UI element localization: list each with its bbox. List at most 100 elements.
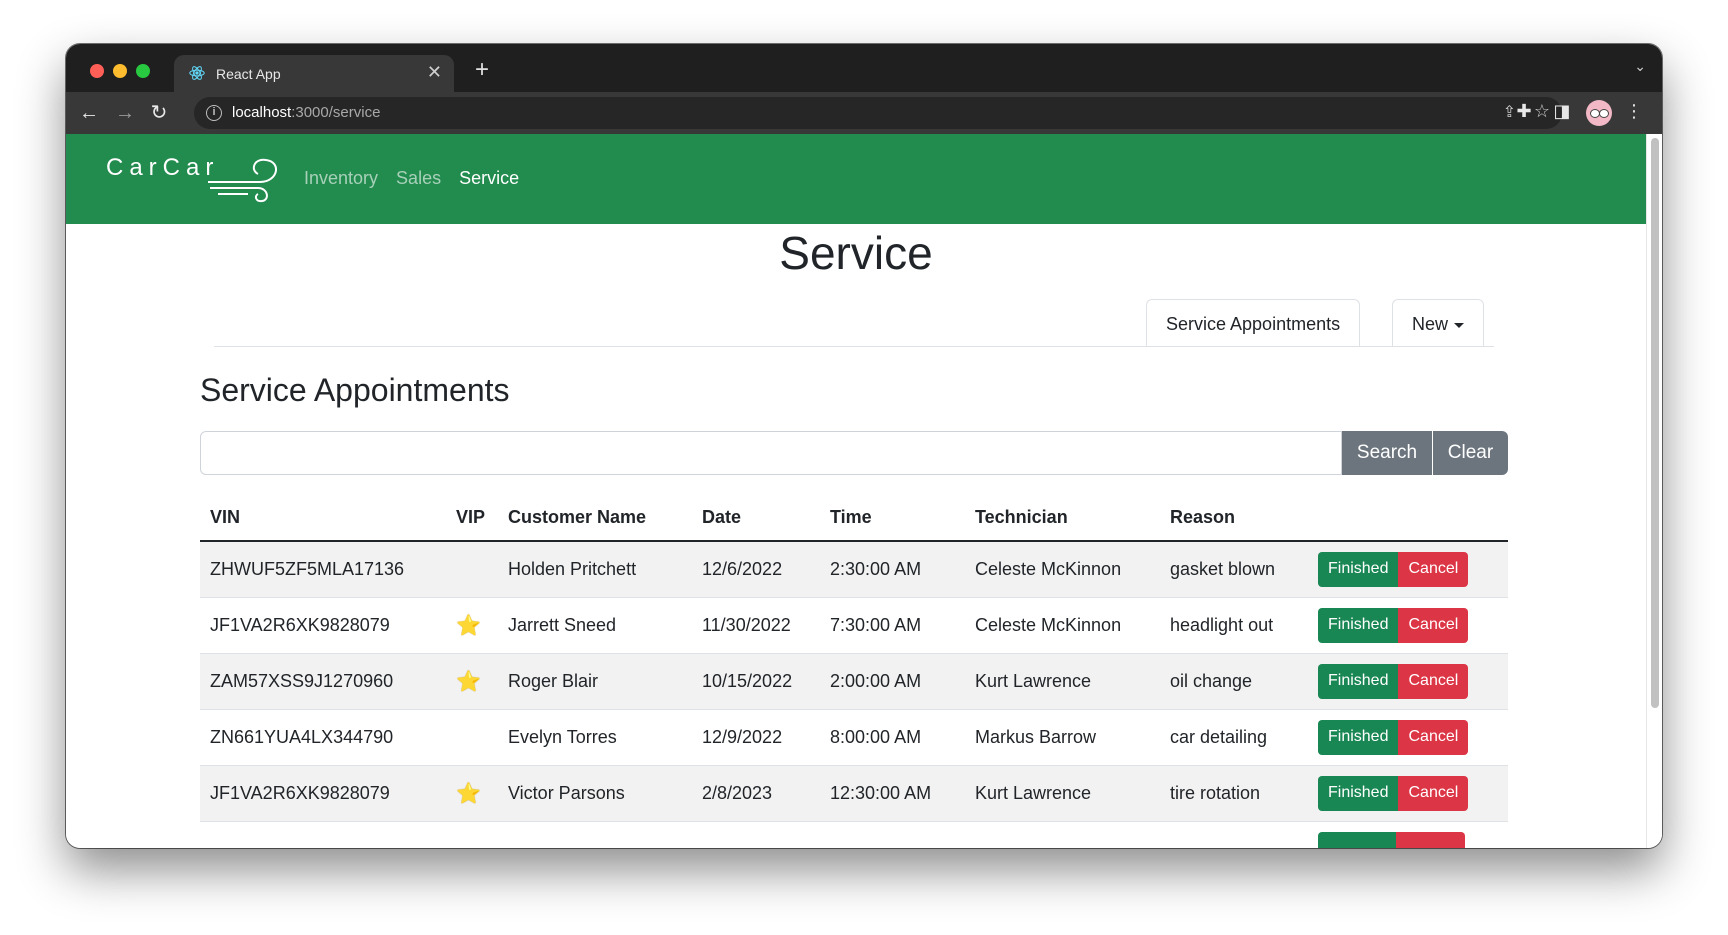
cell-date: 10/15/2022 — [692, 653, 820, 710]
row-action-group: Finished Cancel — [1318, 663, 1469, 699]
address-bar[interactable]: i localhost:3000/service ⇪ ☆ — [194, 97, 1562, 129]
finished-button[interactable]: Finished — [1318, 719, 1399, 755]
finished-button[interactable]: Finished — [1318, 775, 1399, 811]
new-tab-button[interactable]: + — [468, 56, 496, 84]
header-technician: Technician — [965, 494, 1160, 542]
new-dropdown-label: New — [1412, 314, 1449, 334]
vip-star-icon: ⭐ — [456, 614, 481, 637]
cell-time: 12:30:00 AM — [820, 765, 965, 822]
maximize-window-icon[interactable] — [136, 64, 150, 78]
finished-button[interactable] — [1318, 831, 1396, 848]
page-title: Service — [779, 227, 933, 279]
cancel-button[interactable]: Cancel — [1398, 775, 1469, 811]
table-row: JF1VA2R6XK9828079 ⭐ Jarrett Sneed 11/30/… — [200, 597, 1508, 654]
header-reason: Reason — [1160, 494, 1308, 542]
tab-close-icon[interactable]: ✕ — [427, 62, 442, 83]
nav-service[interactable]: Service — [459, 168, 519, 189]
cell-reason: tire rotation — [1160, 765, 1308, 822]
cell-actions: Finished Cancel — [1308, 765, 1508, 822]
wind-swirl-icon — [208, 158, 277, 203]
close-window-icon[interactable] — [90, 64, 104, 78]
table-row-partial — [200, 821, 1508, 848]
site-info-icon[interactable]: i — [206, 105, 222, 121]
clear-button[interactable]: Clear — [1433, 431, 1508, 475]
cancel-button[interactable]: Cancel — [1398, 719, 1469, 755]
cancel-button[interactable]: Cancel — [1398, 551, 1469, 587]
cell-technician: Celeste McKinnon — [965, 597, 1160, 654]
header-date: Date — [692, 494, 820, 542]
cell-date: 12/9/2022 — [692, 709, 820, 766]
browser-tab[interactable]: React App ✕ — [174, 55, 454, 92]
brand-logo[interactable]: CarCar — [106, 154, 277, 206]
cell-vin: ZAM57XSS9J1270960 — [200, 653, 446, 710]
cell-vip: ⭐ — [446, 653, 498, 710]
page-scrollbar[interactable] — [1646, 134, 1662, 848]
cell-date: 2/8/2023 — [692, 765, 820, 822]
cell-actions: Finished Cancel — [1308, 597, 1508, 654]
profile-avatar[interactable] — [1586, 100, 1612, 126]
finished-button[interactable]: Finished — [1318, 663, 1399, 699]
cell-vin: ZN661YUA4LX344790 — [200, 709, 446, 766]
cancel-button[interactable] — [1395, 831, 1465, 848]
new-dropdown-button[interactable]: New — [1392, 299, 1485, 347]
cell-reason: headlight out — [1160, 597, 1308, 654]
back-arrow-icon[interactable]: ← — [76, 100, 102, 126]
forward-arrow-icon[interactable]: → — [112, 100, 138, 126]
cell-customer: Evelyn Torres — [498, 709, 692, 766]
table-header-row: VIN VIP Customer Name Date Time Technici… — [200, 494, 1508, 542]
caret-down-icon — [1454, 322, 1465, 328]
search-input[interactable] — [200, 431, 1342, 475]
cell-technician: Markus Barrow — [965, 709, 1160, 766]
cell-vin: JF1VA2R6XK9828079 — [200, 597, 446, 654]
cell-customer: Jarrett Sneed — [498, 597, 692, 654]
cancel-button[interactable]: Cancel — [1398, 607, 1469, 643]
tabs-divider — [214, 346, 1494, 347]
table-row: ZHWUF5ZF5MLA17136 Holden Pritchett 12/6/… — [200, 541, 1508, 598]
bookmark-star-icon[interactable]: ☆ — [1534, 101, 1550, 122]
cell-customer: Victor Parsons — [498, 765, 692, 822]
table-row: ZAM57XSS9J1270960 ⭐ Roger Blair 10/15/20… — [200, 653, 1508, 710]
cell-actions: Finished Cancel — [1308, 709, 1508, 766]
cell-reason: gasket blown — [1160, 541, 1308, 598]
table-row: JF1VA2R6XK9828079 ⭐ Victor Parsons 2/8/2… — [200, 765, 1508, 822]
scrollbar-thumb[interactable] — [1651, 138, 1659, 708]
address-path: :3000/service — [291, 104, 381, 121]
tab-service-appointments[interactable]: Service Appointments — [1146, 299, 1361, 347]
reload-icon[interactable]: ↻ — [146, 100, 172, 126]
tab-search-chevron-icon[interactable]: ⌄ — [1634, 58, 1646, 75]
finished-button[interactable]: Finished — [1318, 607, 1399, 643]
cell-vin: JF1VA2R6XK9828079 — [200, 765, 446, 822]
tab-title: React App — [216, 66, 281, 82]
browser-window: React App ✕ + ⌄ ← → ↻ i localhost:3000/s… — [66, 44, 1662, 848]
nav-sales[interactable]: Sales — [396, 168, 441, 189]
cell-vip — [446, 541, 498, 598]
page-viewport: CarCar Inventory Sales Service Service S… — [66, 134, 1662, 848]
nav-inventory[interactable]: Inventory — [304, 168, 378, 189]
app-navbar: CarCar Inventory Sales Service — [66, 134, 1646, 224]
react-logo-icon — [189, 66, 205, 80]
cell-time: 2:30:00 AM — [820, 541, 965, 598]
cell-technician: Kurt Lawrence — [965, 765, 1160, 822]
cancel-button[interactable]: Cancel — [1398, 663, 1469, 699]
cell-reason: car detailing — [1160, 709, 1308, 766]
address-host: localhost — [232, 104, 292, 121]
appointments-table: VIN VIP Customer Name Date Time Technici… — [200, 494, 1508, 848]
section-title: Service Appointments — [200, 372, 510, 408]
vip-star-icon: ⭐ — [456, 670, 481, 693]
extensions-puzzle-icon[interactable]: ✚ — [1512, 101, 1536, 122]
header-vip: VIP — [446, 494, 498, 542]
cell-vin: ZHWUF5ZF5MLA17136 — [200, 541, 446, 598]
search-button[interactable]: Search — [1342, 431, 1432, 475]
cell-reason: oil change — [1160, 653, 1308, 710]
cell-actions: Finished Cancel — [1308, 541, 1508, 598]
cell-date: 11/30/2022 — [692, 597, 820, 654]
row-action-group: Finished Cancel — [1318, 607, 1469, 643]
table-row: ZN661YUA4LX344790 Evelyn Torres 12/9/202… — [200, 709, 1508, 766]
minimize-window-icon[interactable] — [113, 64, 127, 78]
side-panel-icon[interactable]: ◨ — [1550, 101, 1574, 122]
address-url[interactable]: localhost:3000/service — [232, 104, 380, 121]
browser-menu-icon[interactable]: ⋮ — [1622, 101, 1646, 122]
appointments-table-body: ZHWUF5ZF5MLA17136 Holden Pritchett 12/6/… — [200, 541, 1508, 848]
finished-button[interactable]: Finished — [1318, 551, 1399, 587]
vip-star-icon: ⭐ — [456, 782, 481, 805]
